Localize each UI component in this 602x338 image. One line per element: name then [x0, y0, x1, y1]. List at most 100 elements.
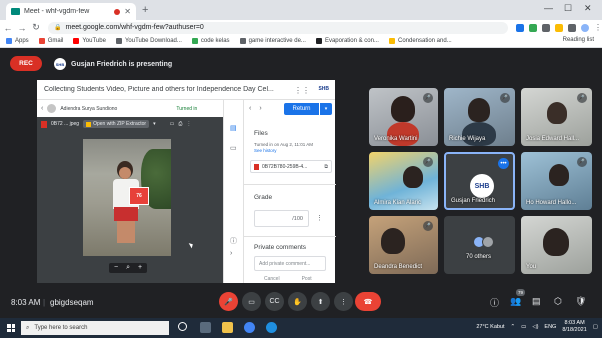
reading-list[interactable]: Reading list	[563, 37, 594, 43]
photo-kid-legs	[117, 221, 135, 243]
participant-tile[interactable]: 🎤 Richie Wijaya	[444, 88, 515, 146]
participant-tile-presenter[interactable]: SHB ••• Gusjan Friedrich	[444, 152, 515, 210]
taskbar-search[interactable]: ⌕ Type here to search	[21, 321, 169, 335]
browser-tab[interactable]: Meet - whf-vgdm-few ✕	[6, 3, 136, 20]
grade-heading: Grade	[254, 194, 273, 201]
new-tab-button[interactable]: +	[142, 4, 148, 16]
back-icon[interactable]: ←	[2, 23, 14, 33]
shared-screen: Collecting Students Video, Picture and o…	[37, 80, 336, 283]
chrome-menu-icon[interactable]: ⋮	[594, 23, 602, 32]
file-explorer-icon[interactable]	[222, 322, 233, 333]
bookmark-evaporation[interactable]: Evaporation & con...	[315, 38, 379, 44]
participant-tile[interactable]: 🎤 Almira Kian Alaric	[369, 152, 438, 210]
profile-avatar[interactable]	[581, 23, 589, 32]
more-options-icon[interactable]: •••	[498, 158, 509, 169]
tab-title: Meet - whf-vgdm-few	[24, 8, 90, 15]
image-file-icon	[254, 163, 259, 170]
url-text: meet.google.com/whf-vgdm-few?authuser=0	[65, 24, 204, 31]
comment-icon: ▭	[169, 121, 175, 127]
participant-name: Gusjan Friedrich	[451, 198, 496, 204]
meet-window: REC SHB Gusjan Friedrich is presenting C…	[0, 48, 602, 318]
extension-icon[interactable]	[555, 23, 563, 32]
youtube-icon	[73, 38, 80, 44]
divider	[244, 184, 336, 185]
minimize-icon[interactable]: —	[544, 3, 553, 13]
participant-tile[interactable]: 🎤 Ho Howard Hallo...	[521, 152, 592, 210]
participant-video	[549, 164, 569, 186]
participant-tile[interactable]: 🎤 Veronika Wartini	[369, 88, 438, 146]
extension-icon[interactable]	[542, 23, 550, 32]
camera-button[interactable]: ▭	[242, 292, 261, 311]
chat-icon[interactable]: ▤	[532, 296, 541, 307]
meeting-details-icon[interactable]: ⓘ	[490, 296, 499, 309]
maximize-icon[interactable]: ☐	[564, 3, 572, 14]
edge-icon[interactable]	[266, 322, 277, 333]
bookmark-gmail[interactable]: Gmail	[38, 38, 63, 44]
reload-icon[interactable]: ↻	[30, 22, 42, 33]
student-avatar	[47, 104, 57, 113]
battery-icon[interactable]: ▭	[521, 324, 526, 330]
mic-off-button[interactable]: 🎤	[219, 292, 238, 311]
image-file-icon	[41, 120, 47, 128]
files-icon: ▤	[230, 125, 237, 132]
others-count: 70 others	[466, 254, 492, 260]
host-controls-icon[interactable]: 🛡	[575, 296, 586, 307]
others-tile[interactable]: 70 others	[444, 216, 515, 274]
windows-start-icon[interactable]	[7, 324, 15, 332]
recording-badge: REC	[10, 56, 42, 71]
photo-kid-shorts	[114, 207, 138, 221]
task-view-icon[interactable]	[200, 322, 211, 333]
activities-icon[interactable]: ⬡	[554, 296, 562, 307]
student-name: Adiendra Surya Sundiono	[60, 105, 118, 112]
participant-video	[462, 122, 496, 146]
extension-icon[interactable]	[529, 23, 537, 32]
grading-panel: ‹› Return ▾ Files Turned in on Aug 2, 11…	[243, 100, 336, 283]
zoom-controls: − ⌕ +	[109, 263, 148, 273]
mic-muted-icon: 🎤	[423, 93, 433, 103]
bookmark-condensation[interactable]: Condensation and...	[388, 38, 452, 44]
open-external-icon: ⧉	[324, 163, 328, 170]
extension-icon[interactable]	[516, 23, 524, 32]
mic-muted-icon: 🎤	[423, 157, 433, 167]
participant-tile[interactable]: 🎤 Deandra Benedict	[369, 216, 438, 274]
extensions-puzzle-icon[interactable]	[568, 23, 576, 32]
notifications-icon[interactable]: ▢	[593, 324, 598, 330]
bookmark-apps[interactable]: Apps	[6, 38, 29, 44]
help-icon: ⓘ	[230, 238, 237, 245]
people-icon[interactable]: 👥	[510, 296, 521, 307]
captions-button[interactable]: CC	[265, 292, 284, 311]
bookmark-code-kelas[interactable]: code kelas	[191, 38, 230, 44]
participant-video	[468, 98, 490, 122]
participant-tile[interactable]: 🎤 Josia Edward Hall...	[521, 88, 592, 146]
see-history-link: See history	[254, 148, 277, 153]
chevron-left-icon: ‹	[41, 105, 44, 112]
tray-arrow-icon[interactable]: ⌃	[511, 324, 516, 330]
present-button[interactable]: ⬆	[311, 292, 330, 311]
bookmark-icon	[115, 38, 122, 44]
participant-video	[387, 122, 419, 146]
taskbar-clock[interactable]: 8:03 AM 8/18/2021	[562, 320, 586, 334]
self-tile[interactable]: You	[521, 216, 592, 274]
address-bar: ← → ↻ 🔒 meet.google.com/whf-vgdm-few?aut…	[0, 20, 602, 35]
bookmark-game[interactable]: game interactive de...	[239, 38, 306, 44]
browser-tab-bar: Meet - whf-vgdm-few ✕ + — ☐ ✕	[0, 0, 602, 20]
forward-icon[interactable]: →	[16, 23, 28, 33]
lock-icon: 🔒	[54, 25, 62, 31]
mouse-cursor-icon	[188, 241, 195, 249]
windows-taskbar: ⌕ Type here to search 27°C Kabut ⌃ ▭ ◁) …	[0, 318, 602, 338]
chevron-down-icon: ▾	[153, 121, 156, 127]
recording-indicator-icon	[114, 8, 121, 15]
close-window-icon[interactable]: ✕	[584, 3, 592, 14]
more-options-button[interactable]: ⋮	[334, 292, 353, 311]
bookmark-youtube-download[interactable]: YouTube Download...	[115, 38, 182, 44]
bookmark-icon	[239, 38, 246, 44]
leave-call-button[interactable]: ☎	[355, 292, 381, 311]
cortana-icon[interactable]	[178, 322, 187, 331]
chrome-icon[interactable]	[244, 322, 255, 333]
bookmark-youtube[interactable]: YouTube	[73, 38, 106, 44]
close-tab-icon[interactable]: ✕	[124, 7, 131, 16]
raise-hand-button[interactable]: ✋	[288, 292, 307, 311]
volume-icon[interactable]: ◁)	[532, 324, 538, 330]
language-indicator[interactable]: ENG	[544, 324, 556, 330]
omnibox[interactable]: 🔒 meet.google.com/whf-vgdm-few?authuser=…	[48, 21, 508, 34]
